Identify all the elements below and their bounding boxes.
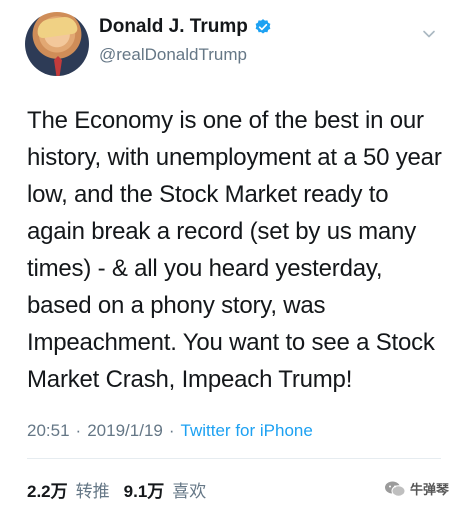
display-name[interactable]: Donald J. Trump	[99, 16, 248, 38]
tweet-meta: 20:51 · 2019/1/19 · Twitter for iPhone	[27, 421, 313, 441]
divider	[27, 458, 441, 459]
meta-separator: ·	[75, 421, 82, 440]
tweet-source-link[interactable]: Twitter for iPhone	[181, 421, 313, 441]
like-label[interactable]: 喜欢	[172, 477, 206, 502]
wechat-icon	[384, 481, 406, 497]
user-handle[interactable]: @realDonaldTrump	[99, 45, 247, 65]
avatar-tie	[54, 56, 62, 76]
retweet-count[interactable]: 2.2万	[27, 477, 68, 502]
tweet-text: The Economy is one of the best in our hi…	[27, 107, 442, 393]
like-count[interactable]: 9.1万	[124, 477, 165, 502]
tweet-time[interactable]: 20:51	[27, 421, 70, 441]
tweet-date[interactable]: 2019/1/19	[87, 421, 163, 441]
retweet-label[interactable]: 转推	[76, 477, 110, 502]
watermark: 牛弹琴	[384, 479, 449, 498]
tweet-header: Donald J. Trump @realDonaldTrump	[25, 12, 445, 78]
verified-icon	[255, 19, 271, 34]
tweet-stats: 2.2万 转推 9.1万 喜欢	[27, 477, 212, 502]
avatar[interactable]	[25, 12, 89, 76]
name-row: Donald J. Trump	[99, 16, 272, 38]
meta-separator: ·	[168, 421, 175, 440]
avatar-hair	[35, 15, 79, 39]
chevron-down-icon[interactable]	[421, 26, 437, 42]
watermark-text: 牛弹琴	[409, 482, 449, 497]
